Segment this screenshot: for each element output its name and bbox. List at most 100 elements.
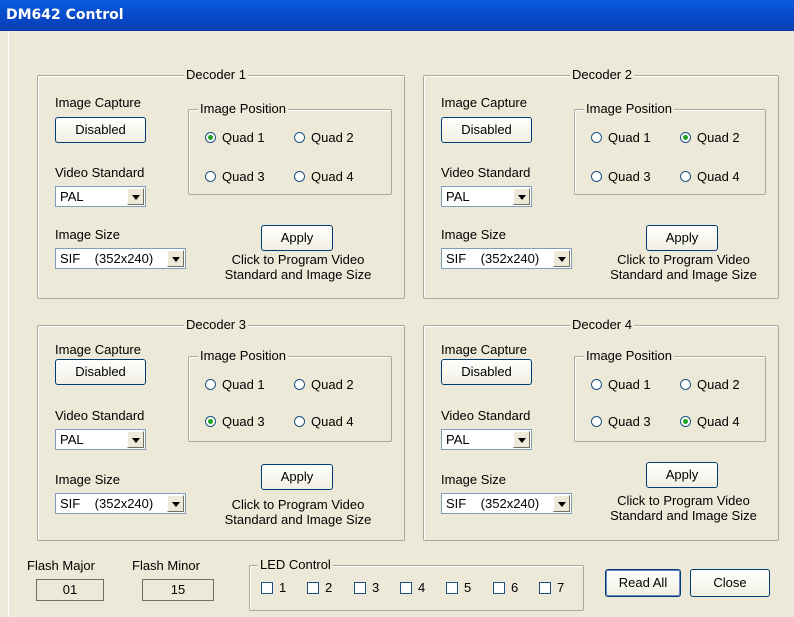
- quad-1-radio[interactable]: Quad 1: [205, 130, 265, 145]
- chevron-down-icon[interactable]: [553, 495, 570, 512]
- checkbox-icon: [400, 582, 412, 594]
- chevron-down-icon[interactable]: [513, 431, 530, 448]
- led-control-group: LED Control 1 2 3 4 5 6 7: [249, 557, 584, 611]
- quad-3-label: Quad 3: [222, 169, 265, 184]
- chevron-down-icon[interactable]: [127, 431, 144, 448]
- led-6-checkbox[interactable]: 6: [493, 580, 518, 595]
- quad-1-radio[interactable]: Quad 1: [591, 377, 651, 392]
- decoder-3-group: Decoder 3 Image Capture Disabled Video S…: [37, 317, 405, 541]
- quad-2-label: Quad 2: [697, 130, 740, 145]
- checkbox-icon: [539, 582, 551, 594]
- decoder-1-title: Decoder 1: [184, 67, 248, 82]
- apply-button[interactable]: Apply: [646, 225, 718, 251]
- quad-1-radio[interactable]: Quad 1: [591, 130, 651, 145]
- flash-major-field: 01: [36, 579, 104, 601]
- image-size-value: SIF (352x240): [60, 251, 154, 266]
- video-standard-label: Video Standard: [441, 408, 531, 423]
- quad-4-label: Quad 4: [697, 169, 740, 184]
- led-3-checkbox[interactable]: 3: [354, 580, 379, 595]
- video-standard-select[interactable]: PAL: [55, 429, 146, 450]
- led-5-checkbox[interactable]: 5: [446, 580, 471, 595]
- close-button[interactable]: Close: [690, 569, 770, 597]
- decoder-4-group: Decoder 4 Image Capture Disabled Video S…: [423, 317, 779, 541]
- quad-3-radio[interactable]: Quad 3: [591, 169, 651, 184]
- capture-toggle-button[interactable]: Disabled: [441, 117, 532, 143]
- image-position-title: Image Position: [198, 101, 288, 116]
- quad-2-label: Quad 2: [697, 377, 740, 392]
- apply-hint: Click to Program Video Standard and Image…: [601, 252, 766, 282]
- window-title: DM642 Control: [6, 7, 124, 23]
- decoder-2-title: Decoder 2: [570, 67, 634, 82]
- image-size-select[interactable]: SIF (352x240): [441, 493, 572, 514]
- image-position-group: Image Position Quad 1 Quad 2 Quad 3 Quad…: [188, 348, 392, 442]
- led-1-checkbox[interactable]: 1: [261, 580, 286, 595]
- chevron-down-icon[interactable]: [127, 188, 144, 205]
- chevron-down-icon[interactable]: [167, 495, 184, 512]
- capture-toggle-button[interactable]: Disabled: [55, 359, 146, 385]
- quad-1-label: Quad 1: [222, 377, 265, 392]
- quad-2-radio[interactable]: Quad 2: [294, 130, 354, 145]
- video-standard-select[interactable]: PAL: [55, 186, 146, 207]
- chevron-down-icon[interactable]: [553, 250, 570, 267]
- checkbox-icon: [307, 582, 319, 594]
- title-bar: DM642 Control: [0, 0, 794, 31]
- quad-2-radio[interactable]: Quad 2: [294, 377, 354, 392]
- quad-2-label: Quad 2: [311, 377, 354, 392]
- image-size-label: Image Size: [441, 472, 507, 487]
- led-1-label: 1: [279, 580, 287, 595]
- quad-4-radio[interactable]: Quad 4: [680, 414, 740, 429]
- image-position-title: Image Position: [198, 348, 288, 363]
- image-size-label: Image Size: [55, 227, 121, 242]
- apply-button[interactable]: Apply: [261, 464, 333, 490]
- image-size-select[interactable]: SIF (352x240): [55, 248, 186, 269]
- video-standard-select[interactable]: PAL: [441, 186, 532, 207]
- radio-icon: [591, 132, 602, 143]
- led-4-checkbox[interactable]: 4: [400, 580, 425, 595]
- radio-icon: [294, 132, 305, 143]
- quad-1-radio[interactable]: Quad 1: [205, 377, 265, 392]
- capture-toggle-button[interactable]: Disabled: [55, 117, 146, 143]
- decoder-4-title: Decoder 4: [570, 317, 634, 332]
- image-size-select[interactable]: SIF (352x240): [441, 248, 572, 269]
- quad-2-radio[interactable]: Quad 2: [680, 130, 740, 145]
- flash-minor-label: Flash Minor: [132, 558, 200, 573]
- radio-icon: [591, 416, 602, 427]
- quad-3-label: Quad 3: [608, 169, 651, 184]
- hint-line-2: Standard and Image Size: [224, 512, 372, 527]
- quad-4-radio[interactable]: Quad 4: [294, 169, 354, 184]
- quad-4-label: Quad 4: [311, 169, 354, 184]
- led-7-checkbox[interactable]: 7: [539, 580, 564, 595]
- checkbox-icon: [354, 582, 366, 594]
- quad-4-radio[interactable]: Quad 4: [680, 169, 740, 184]
- flash-minor-field: 15: [142, 579, 214, 601]
- radio-icon: [680, 171, 691, 182]
- quad-3-radio[interactable]: Quad 3: [205, 169, 265, 184]
- apply-button[interactable]: Apply: [646, 462, 718, 488]
- apply-hint: Click to Program Video Standard and Image…: [601, 493, 766, 523]
- chevron-down-icon[interactable]: [513, 188, 530, 205]
- radio-icon: [294, 416, 305, 427]
- image-capture-label: Image Capture: [441, 342, 527, 357]
- read-all-button[interactable]: Read All: [605, 569, 681, 597]
- flash-major-label: Flash Major: [27, 558, 95, 573]
- video-standard-value: PAL: [60, 432, 84, 447]
- capture-toggle-button[interactable]: Disabled: [441, 359, 532, 385]
- quad-1-label: Quad 1: [222, 130, 265, 145]
- image-size-label: Image Size: [441, 227, 507, 242]
- decoder-3-title: Decoder 3: [184, 317, 248, 332]
- apply-button[interactable]: Apply: [261, 225, 333, 251]
- chevron-down-icon[interactable]: [167, 250, 184, 267]
- quad-4-label: Quad 4: [697, 414, 740, 429]
- image-size-select[interactable]: SIF (352x240): [55, 493, 186, 514]
- quad-3-radio[interactable]: Quad 3: [205, 414, 265, 429]
- led-2-checkbox[interactable]: 2: [307, 580, 332, 595]
- checkbox-icon: [261, 582, 273, 594]
- hint-line-1: Click to Program Video: [617, 252, 750, 267]
- image-position-group: Image Position Quad 1 Quad 2 Quad 3 Quad…: [188, 101, 392, 195]
- radio-icon: [205, 171, 216, 182]
- radio-selected-icon: [205, 132, 216, 143]
- video-standard-select[interactable]: PAL: [441, 429, 532, 450]
- quad-3-radio[interactable]: Quad 3: [591, 414, 651, 429]
- quad-2-radio[interactable]: Quad 2: [680, 377, 740, 392]
- quad-4-radio[interactable]: Quad 4: [294, 414, 354, 429]
